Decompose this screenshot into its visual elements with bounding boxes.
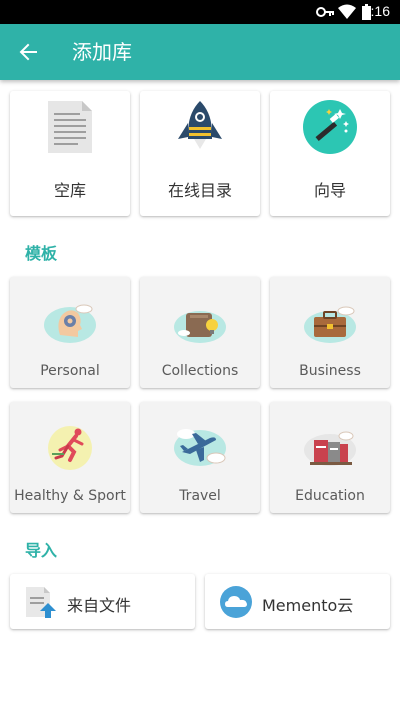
template-travel-card[interactable]: Travel: [140, 402, 260, 513]
airplane-icon: [174, 429, 226, 466]
online-catalog-card[interactable]: 在线目录: [140, 91, 260, 216]
memento-cloud-card[interactable]: Memento云: [205, 574, 390, 629]
rocket-icon: [178, 101, 222, 149]
blank-document-icon: [48, 101, 92, 153]
template-business-label: Business: [299, 363, 361, 379]
page-title: 添加库: [72, 40, 132, 64]
running-figure-icon: [48, 426, 92, 470]
template-collections-label: Collections: [161, 363, 239, 379]
file-upload-icon: [26, 587, 56, 618]
import-from-file-card[interactable]: 来自文件: [10, 574, 195, 629]
empty-library-card[interactable]: 空库: [10, 91, 130, 216]
status-bar: 5:16: [0, 0, 400, 24]
empty-library-label: 空库: [53, 181, 86, 200]
magic-wand-icon: [303, 100, 357, 154]
template-travel-label: Travel: [179, 488, 221, 504]
template-personal-card[interactable]: Personal: [10, 277, 130, 388]
template-business-card[interactable]: Business: [270, 277, 390, 388]
wizard-card[interactable]: 向导: [270, 91, 390, 216]
status-time: 5:16: [362, 3, 390, 19]
template-collections-card[interactable]: Collections: [140, 277, 260, 388]
template-healthy-sport-label: Healthy & Sport: [14, 488, 126, 504]
cloud-icon: [220, 586, 252, 618]
head-profile-icon: [44, 304, 96, 343]
templates-section-title: 模板: [25, 244, 58, 263]
wallet-lightbulb-icon: [174, 311, 226, 343]
app-bar: 添加库: [0, 24, 400, 80]
wifi-icon: [338, 4, 356, 19]
template-personal-label: Personal: [40, 363, 100, 379]
import-from-file-label: 来自文件: [67, 596, 132, 615]
back-button[interactable]: [14, 38, 42, 66]
briefcase-icon: [304, 306, 356, 343]
memento-cloud-label: Memento云: [262, 596, 354, 615]
arrow-left-icon: [19, 43, 37, 61]
vpn-key-icon: [316, 7, 334, 17]
online-catalog-label: 在线目录: [167, 181, 232, 200]
import-section-title: 导入: [25, 541, 58, 560]
template-education-card[interactable]: Education: [270, 402, 390, 513]
wizard-label: 向导: [313, 181, 346, 200]
template-healthy-sport-card[interactable]: Healthy & Sport: [10, 402, 130, 513]
template-education-label: Education: [295, 488, 365, 504]
books-icon: [304, 431, 356, 466]
